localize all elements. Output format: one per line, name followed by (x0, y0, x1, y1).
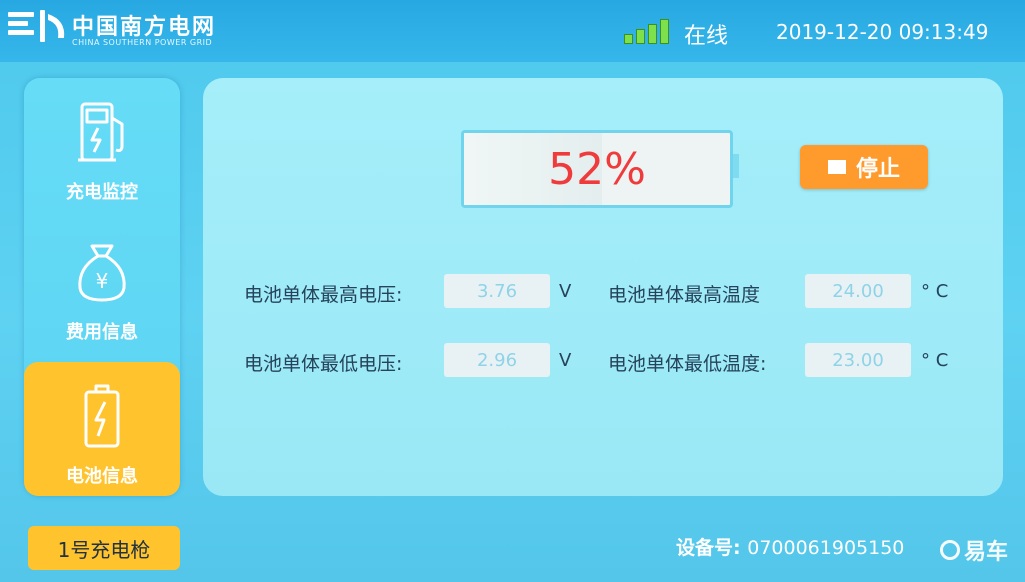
min-temp-value: 23.00 (805, 343, 911, 377)
signal-bar (660, 19, 669, 44)
yiche-logo-icon (940, 540, 960, 560)
min-temp-unit: ° C (921, 350, 949, 371)
csg-logo-icon (8, 10, 65, 42)
signal-bar (648, 24, 657, 44)
header-bar: 中国南方电网 CHINA SOUTHERN POWER GRID 在线 2019… (0, 0, 1025, 62)
charger-screen: 中国南方电网 CHINA SOUTHERN POWER GRID 在线 2019… (0, 0, 1025, 582)
brand-subtitle: CHINA SOUTHERN POWER GRID (72, 38, 213, 47)
signal-bar (636, 29, 645, 44)
max-temp-unit: ° C (921, 281, 949, 302)
max-voltage-label: 电池单体最高电压: (244, 284, 403, 306)
charging-gun-tab[interactable]: 1号充电枪 (28, 526, 180, 570)
min-voltage-value: 2.96 (444, 343, 550, 377)
sidebar-item-label: 费用信息 (66, 322, 138, 343)
battery-terminal (733, 154, 739, 178)
battery-percent: 52% (548, 143, 646, 195)
min-temp-label: 电池单体最低温度: (608, 353, 767, 375)
online-status: 在线 (684, 24, 729, 49)
sidebar-item-battery-info[interactable]: 电池信息 (24, 362, 180, 496)
max-voltage-unit: V (559, 281, 572, 302)
min-voltage-label: 电池单体最低电压: (244, 353, 403, 375)
max-temp-value: 24.00 (805, 274, 911, 308)
money-bag-icon: ¥ (78, 244, 126, 302)
device-number: 设备号: 0700061905150 (676, 533, 904, 560)
brand-name: 中国南方电网 (72, 15, 217, 40)
charging-pump-icon (78, 102, 124, 162)
max-temp-label: 电池单体最高温度 (608, 284, 761, 306)
battery-info-panel: 52% 停止 电池单体最高电压: 3.76 V 电池单体最高温度 24.00 °… (203, 78, 1003, 496)
svg-text:¥: ¥ (96, 269, 109, 293)
max-voltage-value: 3.76 (444, 274, 550, 308)
battery-icon (84, 384, 120, 448)
stop-square-icon (827, 160, 846, 174)
sidebar-item-label: 电池信息 (66, 466, 138, 487)
signal-strength-icon (624, 18, 674, 44)
min-voltage-unit: V (559, 350, 572, 371)
sidebar-item-fee-info[interactable]: ¥ 费用信息 (24, 218, 180, 358)
device-number-label: 设备号: (676, 537, 741, 559)
watermark-text: 易车 (964, 540, 1009, 565)
datetime-display: 2019-12-20 09:13:49 (776, 20, 989, 44)
sidebar-item-label: 充电监控 (66, 182, 138, 203)
sidebar-item-charging-monitor[interactable]: 充电监控 (24, 78, 180, 218)
yiche-watermark: 易车 (940, 534, 1008, 566)
device-number-value: 0700061905150 (747, 537, 905, 559)
signal-bar (624, 34, 633, 44)
stop-button-label: 停止 (855, 157, 900, 182)
battery-level-gauge: 52% (461, 130, 733, 208)
sidebar-nav: 充电监控 ¥ 费用信息 电池信息 (24, 78, 180, 496)
stop-button[interactable]: 停止 (800, 145, 928, 189)
